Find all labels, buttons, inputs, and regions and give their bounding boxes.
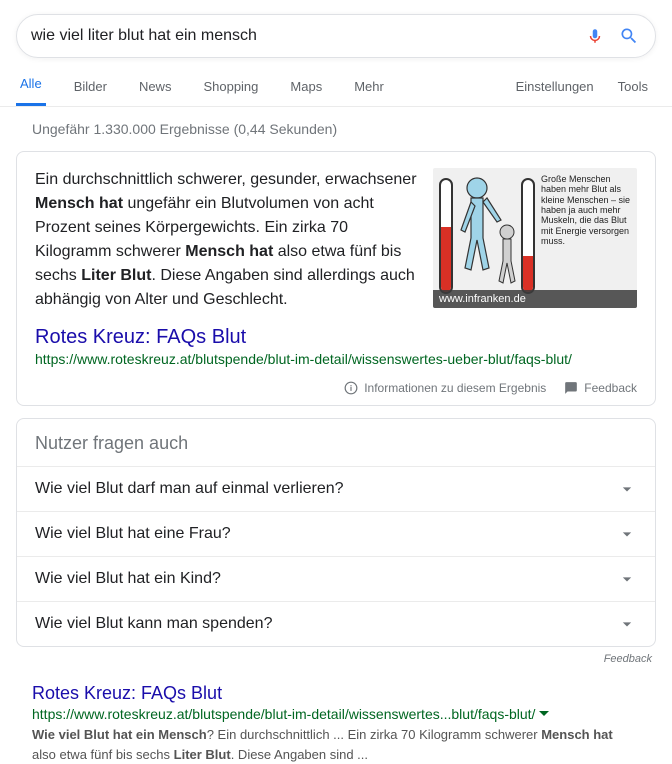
snippet-title-link[interactable]: Rotes Kreuz: FAQs Blut	[35, 326, 246, 349]
search-icon[interactable]	[617, 24, 641, 48]
about-result-link[interactable]: Informationen zu diesem Ergebnis	[344, 381, 546, 395]
snippet-image[interactable]: Große Menschen haben mehr Blut als klein…	[433, 168, 637, 308]
tab-tools[interactable]: Tools	[618, 79, 648, 106]
tab-all[interactable]: Alle	[16, 76, 46, 106]
feedback-link[interactable]: Feedback	[564, 381, 637, 395]
snippet-image-text: Große Menschen haben mehr Blut als klein…	[541, 174, 633, 246]
dropdown-icon[interactable]	[539, 709, 549, 719]
search-tabs: Alle Bilder News Shopping Maps Mehr Eins…	[0, 76, 672, 107]
tab-shopping[interactable]: Shopping	[199, 79, 262, 106]
paa-question[interactable]: Wie viel Blut kann man spenden?	[17, 601, 655, 646]
paa-feedback-link[interactable]: Feedback	[20, 653, 652, 665]
snippet-url: https://www.roteskreuz.at/blutspende/blu…	[35, 351, 637, 367]
featured-snippet: Ein durchschnittlich schwerer, gesunder,…	[16, 151, 656, 406]
search-result: Rotes Kreuz: FAQs Blut https://www.rotes…	[32, 683, 640, 764]
paa-heading: Nutzer fragen auch	[17, 419, 655, 466]
tab-more[interactable]: Mehr	[350, 79, 388, 106]
people-also-ask: Nutzer fragen auch Wie viel Blut darf ma…	[16, 418, 656, 647]
result-stats: Ungefähr 1.330.000 Ergebnisse (0,44 Seku…	[0, 107, 672, 137]
chevron-down-icon	[617, 569, 637, 589]
paa-question[interactable]: Wie viel Blut hat eine Frau?	[17, 511, 655, 556]
tab-news[interactable]: News	[135, 79, 176, 106]
chevron-down-icon	[617, 524, 637, 544]
paa-question[interactable]: Wie viel Blut darf man auf einmal verlie…	[17, 466, 655, 511]
search-input[interactable]	[31, 27, 573, 45]
chevron-down-icon	[617, 479, 637, 499]
result-url: https://www.roteskreuz.at/blutspende/blu…	[32, 706, 640, 722]
search-bar[interactable]	[16, 14, 656, 58]
tab-images[interactable]: Bilder	[70, 79, 111, 106]
snippet-text: Ein durchschnittlich schwerer, gesunder,…	[35, 168, 417, 312]
result-title-link[interactable]: Rotes Kreuz: FAQs Blut	[32, 683, 222, 704]
tab-settings[interactable]: Einstellungen	[516, 79, 594, 106]
paa-question[interactable]: Wie viel Blut hat ein Kind?	[17, 556, 655, 601]
tab-maps[interactable]: Maps	[286, 79, 326, 106]
snippet-image-caption: www.infranken.de	[433, 290, 637, 308]
mic-icon[interactable]	[583, 24, 607, 48]
chevron-down-icon	[617, 614, 637, 634]
